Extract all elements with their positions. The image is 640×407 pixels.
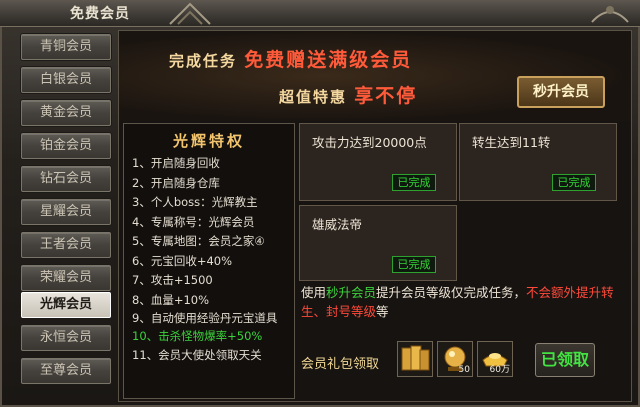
task-label: 转生达到11转	[472, 135, 551, 150]
gift-pack-row: 会员礼包领取 50 60万 已领取	[299, 337, 629, 397]
sidebar-item-gold[interactable]: 黄金会员	[21, 100, 111, 126]
banner-line1-highlight: 免费赠送满级会员	[244, 49, 413, 71]
privilege-item: 5、专属地图：会员之家④	[132, 234, 265, 248]
banner-line-2: 超值特惠 享不停	[279, 81, 417, 108]
sidebar: 青铜会员 白银会员 黄金会员 铂金会员 钻石会员 星耀会员 王者会员 荣耀会员 …	[15, 30, 115, 402]
sidebar-item-star[interactable]: 星耀会员	[21, 199, 111, 225]
privilege-item: 9、自动使用经验丹元宝道具	[132, 311, 278, 325]
gift-count: 60万	[489, 365, 510, 375]
sidebar-item-glory[interactable]: 荣耀会员	[21, 265, 111, 291]
banner-line2-prefix: 超值特惠	[279, 88, 348, 106]
ornament-icon	[169, 2, 211, 25]
sidebar-item-supreme[interactable]: 至尊会员	[21, 358, 111, 384]
window-title: 免费会员	[70, 6, 130, 22]
sidebar-item-king[interactable]: 王者会员	[21, 232, 111, 258]
note-text: 等	[376, 304, 389, 319]
task-label: 攻击力达到20000点	[312, 135, 427, 150]
task-card: 雄威法帝 已完成	[299, 205, 457, 281]
privilege-title: 光辉特权	[172, 132, 245, 150]
claimed-button[interactable]: 已领取	[535, 343, 595, 377]
task-status-badge: 已完成	[552, 174, 596, 191]
task-card: 转生达到11转 已完成	[459, 123, 617, 201]
gift-label: 会员礼包领取	[301, 357, 380, 372]
sidebar-item-eternal[interactable]: 永恒会员	[21, 325, 111, 351]
task-status-badge: 已完成	[392, 256, 436, 273]
sidebar-item-diamond[interactable]: 钻石会员	[21, 166, 111, 192]
sidebar-item-platinum[interactable]: 铂金会员	[21, 133, 111, 159]
task-card: 攻击力达到20000点 已完成	[299, 123, 457, 201]
privilege-item: 4、专属称号：光辉会员	[132, 214, 255, 229]
privilege-item: 7、攻击+1500	[132, 273, 213, 287]
instant-upgrade-button[interactable]: 秒升会员	[517, 76, 605, 108]
privilege-item: 2、开启随身仓库	[132, 175, 220, 190]
sidebar-item-bronze[interactable]: 青铜会员	[21, 34, 111, 60]
title-bar: 免费会员	[0, 0, 640, 27]
corner-ornament-icon	[591, 6, 629, 23]
gift-slot[interactable]	[397, 341, 433, 377]
note-text: 使用	[301, 285, 327, 300]
gift-slot[interactable]: 50	[437, 341, 473, 377]
privilege-panel: 光辉特权 1、开启随身回收 2、开启随身仓库 3、个人boss：光辉教主 4、专…	[123, 123, 295, 399]
banner-line2-highlight: 享不停	[354, 85, 418, 107]
privilege-item: 8、血量+10%	[132, 292, 210, 307]
banner-line1-prefix: 完成任务	[169, 52, 238, 70]
privilege-item: 10、击杀怪物爆率+50%	[132, 329, 263, 343]
privilege-list: 1、开启随身回收 2、开启随身仓库 3、个人boss：光辉教主 4、专属称号：光…	[132, 154, 292, 364]
note-highlight-green: 秒升会员	[326, 285, 377, 300]
privilege-item: 11、会员大使处领取天关	[132, 347, 262, 362]
task-status-badge: 已完成	[392, 174, 436, 191]
task-label: 雄威法帝	[312, 217, 363, 232]
sidebar-item-radiance[interactable]: 光辉会员	[21, 292, 111, 318]
promo-banner: 完成任务 免费赠送满级会员 超值特惠 享不停 秒升会员	[119, 31, 631, 121]
note-highlight-red: 不会额外提	[526, 285, 589, 300]
sidebar-item-silver[interactable]: 白银会员	[21, 67, 111, 93]
privilege-item: 1、开启随身回收	[132, 156, 220, 170]
gift-count: 50	[458, 365, 470, 375]
upgrade-note: 使用秒升会员提升会员等级仅完成任务，不会额外提升转生、封号等级等	[301, 283, 626, 321]
gift-slot[interactable]: 60万	[477, 341, 513, 377]
note-text: 提升会员等级仅完成任务，	[376, 285, 527, 300]
main-panel: 完成任务 免费赠送满级会员 超值特惠 享不停 秒升会员 光辉特权 1、开启随身回…	[118, 30, 632, 402]
gold-bars-icon	[401, 345, 430, 371]
privilege-item: 3、个人boss：光辉教主	[132, 195, 258, 209]
privilege-item: 6、元宝回收+40%	[132, 253, 233, 268]
banner-line-1: 完成任务 免费赠送满级会员	[169, 45, 412, 72]
